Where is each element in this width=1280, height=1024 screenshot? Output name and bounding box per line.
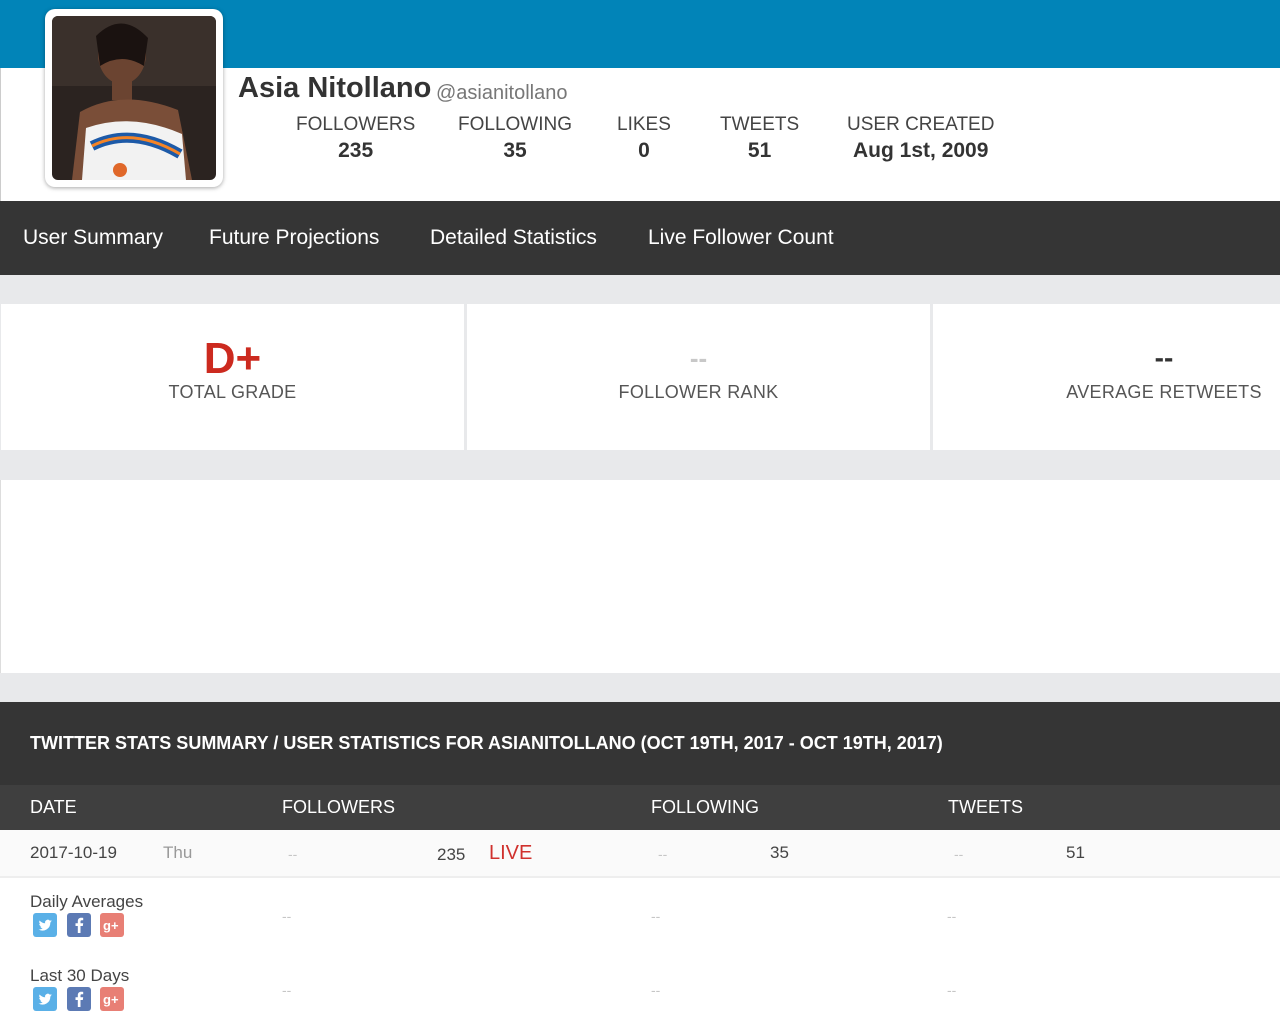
twitter-icon[interactable] [33,987,57,1011]
row-following-change: -- [658,846,668,862]
nav-user-summary[interactable]: User Summary [23,201,163,275]
stat-value: 235 [338,139,374,162]
grade-value: D+ [203,334,262,383]
row-tweets-change: -- [954,846,964,862]
column-tweets: TWEETS [948,797,1023,817]
grade-label: TOTAL GRADE [168,382,297,402]
profile-handle[interactable]: @asianitollano [436,82,568,105]
avatar [45,9,223,187]
card-average-retweets: -- AVERAGE RETWEETS [933,304,1280,450]
spacer [0,451,1280,480]
rank-label: FOLLOWER RANK [618,382,779,402]
row-date: 2017-10-19 [30,843,117,862]
nav-future-projections[interactable]: Future Projections [209,201,379,275]
daily-averages-followers: -- [282,908,292,924]
daily-averages-following: -- [651,908,661,924]
last-30-days-followers: -- [282,982,292,998]
spacer [0,275,1280,304]
stat-label: FOLLOWERS [296,114,416,135]
table-header: DATE FOLLOWERS FOLLOWING TWEETS [0,785,1280,830]
stat-user-created: USER CREATED Aug 1st, 2009 [847,114,994,166]
stat-label: USER CREATED [847,114,995,135]
nav-live-follower-count[interactable]: Live Follower Count [648,201,834,275]
stat-followers: FOLLOWERS 235 [296,114,415,166]
column-followers: FOLLOWERS [282,797,396,817]
row-tweets: 51 [1066,843,1085,862]
stat-following: FOLLOWING 35 [458,114,572,166]
svg-text:g+: g+ [103,992,119,1007]
last-30-days-label: Last 30 Days [30,966,130,985]
daily-averages-label: Daily Averages [30,892,144,911]
stat-likes: LIKES 0 [617,114,671,166]
live-badge[interactable]: LIVE [489,842,532,865]
svg-text:g+: g+ [103,918,119,933]
card-total-grade: D+ TOTAL GRADE [1,304,464,450]
row-following: 35 [770,843,789,862]
retweets-label: AVERAGE RETWEETS [1066,382,1262,402]
column-following: FOLLOWING [651,797,760,817]
main-nav: User Summary Future Projections Detailed… [0,201,1280,275]
daily-averages-tweets: -- [947,908,957,924]
row-followers: 235 [437,845,466,864]
row-followers-change: -- [288,846,298,862]
last-30-days-following: -- [651,982,661,998]
google-plus-icon[interactable]: g+ [100,913,124,937]
spacer [0,673,1280,702]
stat-label: TWEETS [720,114,800,135]
row-day: Thu [163,843,193,862]
stat-label: LIKES [617,114,671,135]
facebook-icon[interactable] [67,987,91,1011]
profile-name: Asia Nitollano [238,72,432,104]
chart-placeholder [0,480,1280,673]
stat-value: 35 [503,139,527,162]
stat-cards: D+ TOTAL GRADE -- FOLLOWER RANK -- AVERA… [0,304,1280,451]
column-date: DATE [30,797,77,817]
stat-value: Aug 1st, 2009 [853,139,989,162]
stat-value: 0 [638,139,650,162]
profile-photo [52,16,216,180]
stat-tweets: TWEETS 51 [720,114,799,166]
last-30-days-tweets: -- [947,982,957,998]
card-follower-rank: -- FOLLOWER RANK [467,304,930,450]
facebook-icon[interactable] [67,913,91,937]
google-plus-icon[interactable]: g+ [100,987,124,1011]
retweets-value: -- [1154,342,1174,373]
summary-title: TWITTER STATS SUMMARY / USER STATISTICS … [0,702,1280,785]
rank-value: -- [689,343,708,373]
table-row: 2017-10-19 Thu -- 235 LIVE -- 35 -- 51 [0,830,1280,878]
stat-label: FOLLOWING [458,114,573,135]
stat-value: 51 [747,139,772,162]
twitter-icon[interactable] [33,913,57,937]
nav-detailed-statistics[interactable]: Detailed Statistics [430,201,597,275]
